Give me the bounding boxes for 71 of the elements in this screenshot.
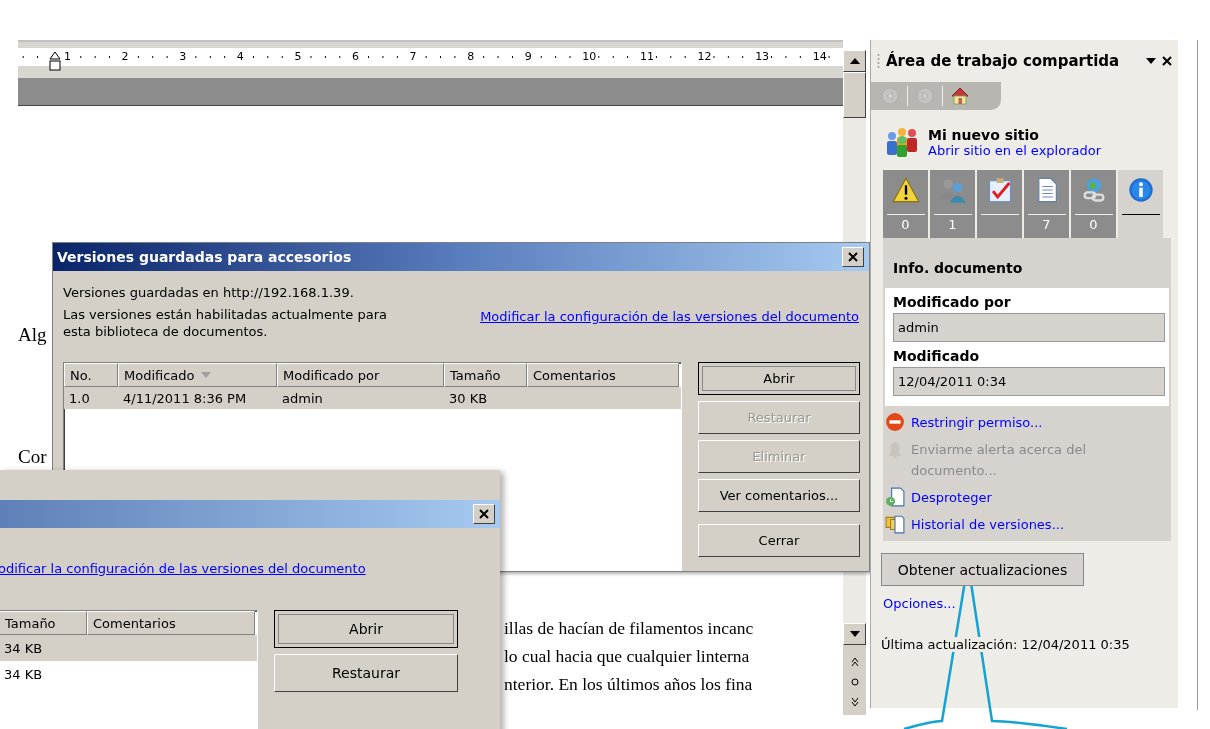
options-link[interactable]: Opciones... <box>883 596 956 611</box>
pane-tab[interactable] <box>977 170 1022 238</box>
column-header[interactable]: No. <box>64 363 118 387</box>
info-icon <box>1126 176 1155 204</box>
site-name: Mi nuevo sitio <box>928 126 1040 143</box>
dialog-button[interactable]: Ver comentarios... <box>698 479 860 512</box>
column-header[interactable]: Modificado <box>118 363 277 387</box>
up-arrow-icon <box>849 58 860 64</box>
people-icon <box>884 126 920 158</box>
pane-tab[interactable] <box>1118 170 1163 238</box>
column-header[interactable]: Tamaño <box>0 611 87 635</box>
readonly-field[interactable]: 12/04/2011 0:34 <box>893 367 1165 396</box>
tab-count: 1 <box>948 217 957 232</box>
scroll-thumb[interactable] <box>843 72 866 118</box>
no-entry-icon <box>885 412 905 432</box>
scroll-down-button[interactable] <box>843 623 866 645</box>
column-header[interactable]: Tamaño <box>444 363 527 387</box>
table-cell-text: 1.0 <box>68 390 91 406</box>
close-button[interactable] <box>1162 56 1172 66</box>
table-cell-text: 34 KB <box>3 640 44 656</box>
body-text: Cor <box>18 446 47 468</box>
warning-icon <box>891 176 920 204</box>
close-icon <box>848 252 858 262</box>
body-text: lo cual hacia que cualquier linterna <box>504 645 750 668</box>
body-text: nterior. En los últimos años los fina <box>504 673 753 696</box>
dialog-button[interactable]: Abrir <box>274 610 458 648</box>
table-cell-text: admin <box>281 390 324 406</box>
house-icon <box>950 86 970 106</box>
tab-count: 0 <box>901 217 910 232</box>
tab-count: 0 <box>1089 217 1098 232</box>
pane-title: Área de trabajo compartida <box>886 52 1121 70</box>
grip-icon <box>877 53 880 69</box>
scroll-up-button[interactable] <box>843 50 866 72</box>
dialog-button[interactable]: Abrir <box>698 362 860 395</box>
document-clock-icon <box>885 487 905 507</box>
status-text: Las versiones están habilitadas actualmente para esta biblioteca de documentos. <box>63 306 388 340</box>
body-text: illas de hacían de filamentos incanc <box>504 617 754 640</box>
dialog-button[interactable]: Restaurar <box>274 654 458 692</box>
action-link[interactable]: Desproteger <box>911 487 992 508</box>
tab-count: 7 <box>1042 217 1051 232</box>
update-button[interactable]: Obtener actualizaciones <box>881 553 1084 586</box>
column-header[interactable]: Comentarios <box>87 611 255 635</box>
column-header[interactable]: Comentarios <box>527 363 679 387</box>
down-arrow-icon <box>849 631 860 637</box>
settings-link[interactable]: Modificar la configuración de las versiones del documento <box>480 309 859 324</box>
last-update-text: Última actualización: 12/04/2011 0:35 <box>881 637 1130 652</box>
field-label: Modificado por <box>893 294 1012 310</box>
list-row[interactable]: 1.0 4/11/2011 8:36 PM admin 30 KB <box>64 387 681 409</box>
location-text: Versiones guardadas en http://192.168.1.39. <box>63 285 355 300</box>
table-cell-text: 30 KB <box>448 390 489 406</box>
sort-arrow-icon <box>200 372 211 378</box>
dialog-title: Versiones guardadas para accesorios <box>57 249 352 265</box>
action-link[interactable]: Restringir permiso... <box>911 412 1043 433</box>
dialog-button[interactable]: Cerrar <box>698 524 860 557</box>
body-text: Alg <box>18 324 47 346</box>
browse-buttons[interactable] <box>843 645 866 715</box>
section-title: Info. documento <box>892 259 1024 278</box>
field-label: Modificado <box>893 348 981 364</box>
documents-icon <box>885 514 905 534</box>
list-row[interactable]: 34 KB <box>0 635 257 661</box>
open-site-link[interactable]: Abrir sitio en el explorador <box>928 142 1101 158</box>
close-icon <box>1162 56 1172 66</box>
dropdown-button[interactable] <box>1146 58 1156 64</box>
column-header[interactable]: Modificado por <box>277 363 444 387</box>
action-link[interactable]: Historial de versiones... <box>911 514 1065 535</box>
caret-icon <box>1146 58 1156 64</box>
table-cell-text: 34 KB <box>3 666 44 682</box>
readonly-field[interactable]: admin <box>893 313 1165 342</box>
table-cell-text: 4/11/2011 8:36 PM <box>122 390 248 406</box>
versions-list[interactable]: Tamaño Comentarios 34 KB 34 KB <box>0 610 258 729</box>
close-icon <box>479 509 489 519</box>
